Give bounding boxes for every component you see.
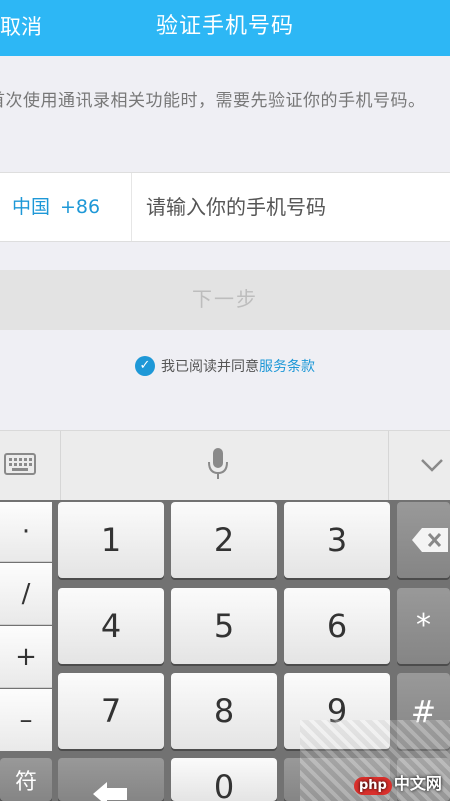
- key-minus[interactable]: –: [0, 689, 52, 751]
- key-dot[interactable]: ·: [0, 502, 52, 562]
- key-7[interactable]: 7: [58, 673, 164, 749]
- next-step-button[interactable]: 下一步: [0, 270, 450, 330]
- watermark: php 中文网: [354, 770, 450, 800]
- key-3[interactable]: 3: [284, 502, 390, 578]
- key-8[interactable]: 8: [171, 673, 277, 749]
- keyboard-icon[interactable]: [4, 453, 36, 475]
- key-6[interactable]: 6: [284, 588, 390, 664]
- microphone-icon[interactable]: [206, 447, 230, 481]
- key-enter[interactable]: [58, 758, 164, 801]
- chevron-down-icon[interactable]: [420, 457, 444, 473]
- watermark-text: 中文网: [393, 774, 442, 793]
- key-5[interactable]: 5: [171, 588, 277, 664]
- agreement-row: ✓ 我已阅读并同意服务条款: [0, 356, 450, 384]
- agreement-checkbox[interactable]: ✓: [135, 356, 155, 376]
- page-title: 验证手机号码: [155, 14, 294, 39]
- key-1[interactable]: 1: [58, 502, 164, 578]
- country-name: 中国: [12, 196, 51, 218]
- key-0[interactable]: 0: [171, 758, 277, 801]
- key-2[interactable]: 2: [171, 502, 277, 578]
- key-plus[interactable]: +: [0, 626, 52, 688]
- phone-input-row: 中国 +86: [0, 172, 450, 242]
- backspace-icon: [411, 528, 448, 552]
- key-4[interactable]: 4: [58, 588, 164, 664]
- agreement-text: 我已阅读并同意: [161, 359, 259, 375]
- enter-arrow-icon: [93, 782, 127, 801]
- country-selector[interactable]: 中国 +86: [0, 173, 132, 241]
- country-code: +86: [60, 196, 101, 218]
- top-bar: 取消 验证手机号码: [0, 0, 450, 56]
- phone-number-input[interactable]: [146, 187, 436, 227]
- key-asterisk[interactable]: *: [397, 588, 450, 664]
- key-symbols[interactable]: 符: [0, 758, 52, 801]
- watermark-php-badge: php: [354, 777, 392, 795]
- key-backspace[interactable]: [397, 502, 450, 578]
- description-text: 首次使用通讯录相关功能时，需要先验证你的手机号码。: [0, 91, 426, 111]
- keyboard-toolbar: [0, 430, 450, 501]
- terms-link[interactable]: 服务条款: [259, 359, 315, 375]
- key-slash[interactable]: /: [0, 563, 52, 625]
